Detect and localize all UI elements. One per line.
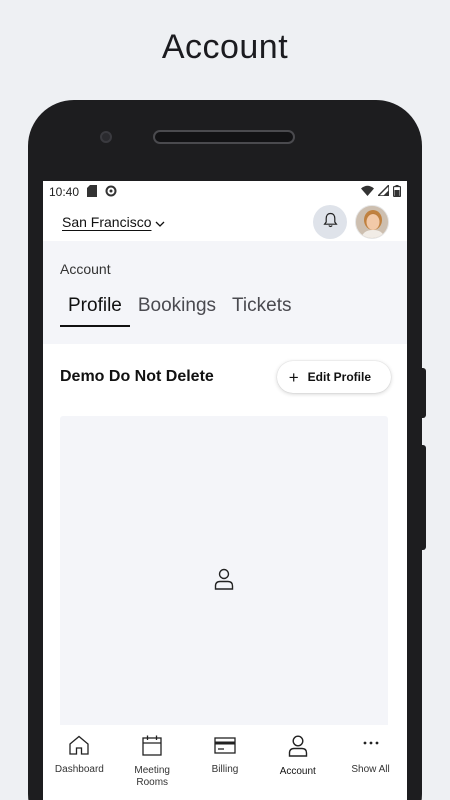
- edit-profile-button[interactable]: + Edit Profile: [276, 361, 391, 393]
- app-screen: 10:40 San Francisco Account Profile Book…: [43, 181, 407, 800]
- profile-row: Demo Do Not Delete + Edit Profile: [43, 352, 407, 402]
- nav-account-label: Account: [279, 766, 316, 777]
- sd-card-icon: [87, 184, 98, 200]
- status-bar: 10:40: [43, 181, 407, 203]
- nav-billing[interactable]: Billing: [190, 735, 260, 776]
- account-tabs: Profile Bookings Tickets: [60, 291, 390, 327]
- bottom-nav: Dashboard Meeting Rooms Billing Account …: [43, 725, 407, 800]
- nav-dashboard[interactable]: Dashboard: [44, 735, 114, 776]
- person-placeholder-icon: [214, 568, 234, 595]
- chevron-down-icon: [155, 214, 165, 230]
- location-selector[interactable]: San Francisco: [62, 214, 165, 230]
- nav-meeting-rooms-label: Meeting Rooms: [134, 765, 170, 788]
- more-dots-icon: [360, 735, 382, 760]
- notifications-button[interactable]: [313, 205, 347, 239]
- side-button: [422, 368, 426, 418]
- top-bar: San Francisco: [43, 203, 407, 241]
- status-time: 10:40: [49, 185, 80, 199]
- home-icon: [68, 735, 90, 760]
- wifi-icon: [361, 185, 374, 199]
- earpiece-speaker: [153, 130, 295, 144]
- tab-bookings[interactable]: Bookings: [130, 291, 224, 325]
- edit-profile-label: Edit Profile: [307, 370, 371, 384]
- volume-button: [422, 445, 426, 550]
- profile-name: Demo Do Not Delete: [60, 368, 214, 385]
- person-icon: [288, 735, 308, 762]
- battery-icon: [392, 184, 402, 200]
- nav-dashboard-label: Dashboard: [54, 764, 104, 775]
- nav-account[interactable]: Account: [263, 735, 333, 778]
- bell-icon: [322, 212, 338, 233]
- avatar[interactable]: [355, 205, 389, 239]
- location-label: San Francisco: [62, 214, 152, 230]
- plus-icon: +: [288, 367, 299, 387]
- profile-photo-placeholder[interactable]: [60, 416, 388, 746]
- calendar-icon: [142, 735, 162, 761]
- nav-billing-label: Billing: [211, 764, 239, 775]
- sync-icon: [105, 185, 117, 200]
- account-header: Account Profile Bookings Tickets: [43, 241, 407, 344]
- credit-card-icon: [214, 735, 236, 760]
- signal-icon: [376, 183, 390, 199]
- nav-show-all[interactable]: Show All: [336, 735, 406, 776]
- nav-meeting-rooms[interactable]: Meeting Rooms: [117, 735, 187, 788]
- breadcrumb: Account: [60, 261, 111, 277]
- nav-show-all-label: Show All: [351, 764, 390, 775]
- promo-title: Account: [161, 28, 289, 66]
- front-camera: [100, 131, 112, 143]
- tab-tickets[interactable]: Tickets: [224, 291, 299, 325]
- tab-profile[interactable]: Profile: [60, 291, 130, 327]
